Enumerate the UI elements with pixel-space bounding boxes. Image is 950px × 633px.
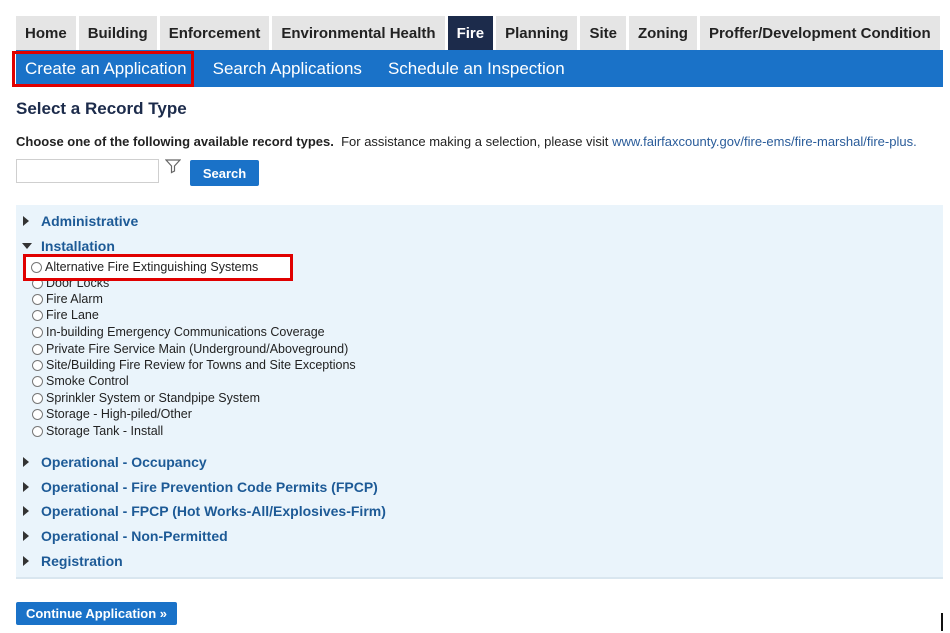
category-operational-fpcp[interactable]: Operational - Fire Prevention Code Permi… bbox=[22, 479, 378, 495]
category-label: Operational - FPCP (Hot Works-All/Explos… bbox=[41, 503, 386, 519]
option-label: Storage - High-piled/Other bbox=[46, 407, 192, 421]
radio-button[interactable] bbox=[31, 261, 42, 273]
instructions-text: For assistance making a selection, pleas… bbox=[341, 134, 609, 149]
option-door-locks[interactable]: Door Locks bbox=[32, 276, 109, 290]
option-label: Door Locks bbox=[46, 276, 110, 290]
category-installation[interactable]: Installation bbox=[22, 238, 115, 254]
category-label: Operational - Occupancy bbox=[41, 454, 207, 470]
caret-right-icon bbox=[22, 554, 40, 568]
option-label: Sprinkler System or Standpipe System bbox=[46, 391, 260, 405]
option-site-building-fire-review[interactable]: Site/Building Fire Review for Towns and … bbox=[32, 358, 356, 372]
category-operational-occupancy[interactable]: Operational - Occupancy bbox=[22, 454, 207, 470]
radio-button[interactable] bbox=[32, 359, 43, 371]
search-button[interactable]: Search bbox=[190, 160, 259, 186]
category-registration[interactable]: Registration bbox=[22, 553, 123, 569]
subnav-bar: Create an Application Search Application… bbox=[16, 50, 943, 87]
search-input[interactable] bbox=[16, 159, 159, 183]
filter-icon[interactable] bbox=[165, 158, 181, 174]
option-fire-alarm[interactable]: Fire Alarm bbox=[32, 292, 103, 306]
option-private-fire-service-main[interactable]: Private Fire Service Main (Underground/A… bbox=[32, 342, 348, 356]
instructions: Choose one of the following available re… bbox=[16, 134, 917, 149]
option-label: Storage Tank - Install bbox=[46, 424, 164, 438]
tab-site[interactable]: Site bbox=[580, 16, 626, 50]
category-label: Administrative bbox=[41, 213, 139, 229]
subnav-search-applications[interactable]: Search Applications bbox=[204, 50, 371, 87]
radio-button[interactable] bbox=[32, 343, 43, 355]
category-administrative[interactable]: Administrative bbox=[22, 213, 138, 229]
continue-application-button[interactable]: Continue Application » bbox=[16, 602, 177, 625]
caret-right-icon bbox=[22, 504, 40, 518]
radio-button[interactable] bbox=[32, 408, 43, 420]
option-sprinkler-system[interactable]: Sprinkler System or Standpipe System bbox=[32, 391, 260, 405]
tab-environmental-health[interactable]: Environmental Health bbox=[272, 16, 445, 50]
option-storage-tank-install[interactable]: Storage Tank - Install bbox=[32, 424, 163, 438]
caret-right-icon bbox=[22, 480, 40, 494]
tab-fire[interactable]: Fire bbox=[447, 16, 494, 50]
option-alternative-fire-extinguishing[interactable]: Alternative Fire Extinguishing Systems bbox=[31, 260, 258, 274]
top-tabs: Home Building Enforcement Environmental … bbox=[16, 16, 943, 50]
caret-right-icon bbox=[22, 214, 40, 228]
radio-button[interactable] bbox=[32, 392, 43, 404]
option-fire-lane[interactable]: Fire Lane bbox=[32, 308, 99, 322]
radio-button[interactable] bbox=[32, 293, 43, 305]
category-label: Operational - Non-Permitted bbox=[41, 528, 228, 544]
cursor-mark bbox=[941, 613, 943, 631]
option-storage-high-piled[interactable]: Storage - High-piled/Other bbox=[32, 407, 192, 421]
tab-home[interactable]: Home bbox=[16, 16, 76, 50]
radio-button[interactable] bbox=[32, 375, 43, 387]
option-label: Site/Building Fire Review for Towns and … bbox=[46, 358, 356, 372]
caret-right-icon bbox=[22, 529, 40, 543]
instructions-bold: Choose one of the following available re… bbox=[16, 134, 334, 149]
option-label: Private Fire Service Main (Underground/A… bbox=[46, 342, 349, 356]
radio-button[interactable] bbox=[32, 425, 43, 437]
option-smoke-control[interactable]: Smoke Control bbox=[32, 374, 129, 388]
option-label: Smoke Control bbox=[46, 374, 129, 388]
page-title: Select a Record Type bbox=[16, 99, 187, 118]
option-label: In-building Emergency Communications Cov… bbox=[46, 325, 325, 339]
category-label: Registration bbox=[41, 553, 123, 569]
category-operational-non-permitted[interactable]: Operational - Non-Permitted bbox=[22, 528, 228, 544]
radio-button[interactable] bbox=[32, 326, 43, 338]
option-label: Fire Alarm bbox=[46, 292, 103, 306]
caret-down-icon bbox=[22, 239, 40, 253]
option-label: Alternative Fire Extinguishing Systems bbox=[45, 260, 259, 274]
radio-button[interactable] bbox=[32, 309, 43, 321]
option-in-building-emergency[interactable]: In-building Emergency Communications Cov… bbox=[32, 325, 325, 339]
tab-zoning[interactable]: Zoning bbox=[628, 16, 697, 50]
tab-building[interactable]: Building bbox=[78, 16, 157, 50]
tab-enforcement[interactable]: Enforcement bbox=[159, 16, 270, 50]
assistance-link[interactable]: www.fairfaxcounty.gov/fire-ems/fire-mars… bbox=[612, 134, 917, 149]
category-label: Operational - Fire Prevention Code Permi… bbox=[41, 479, 378, 495]
tab-proffer-development-condition[interactable]: Proffer/Development Condition bbox=[699, 16, 940, 50]
category-operational-hot-works[interactable]: Operational - FPCP (Hot Works-All/Explos… bbox=[22, 503, 386, 519]
subnav-schedule-inspection[interactable]: Schedule an Inspection bbox=[379, 50, 574, 87]
radio-button[interactable] bbox=[32, 277, 43, 289]
category-label: Installation bbox=[41, 238, 115, 254]
option-label: Fire Lane bbox=[46, 308, 99, 322]
tab-planning[interactable]: Planning bbox=[496, 16, 578, 50]
caret-right-icon bbox=[22, 455, 40, 469]
subnav-create-application[interactable]: Create an Application bbox=[16, 50, 196, 87]
